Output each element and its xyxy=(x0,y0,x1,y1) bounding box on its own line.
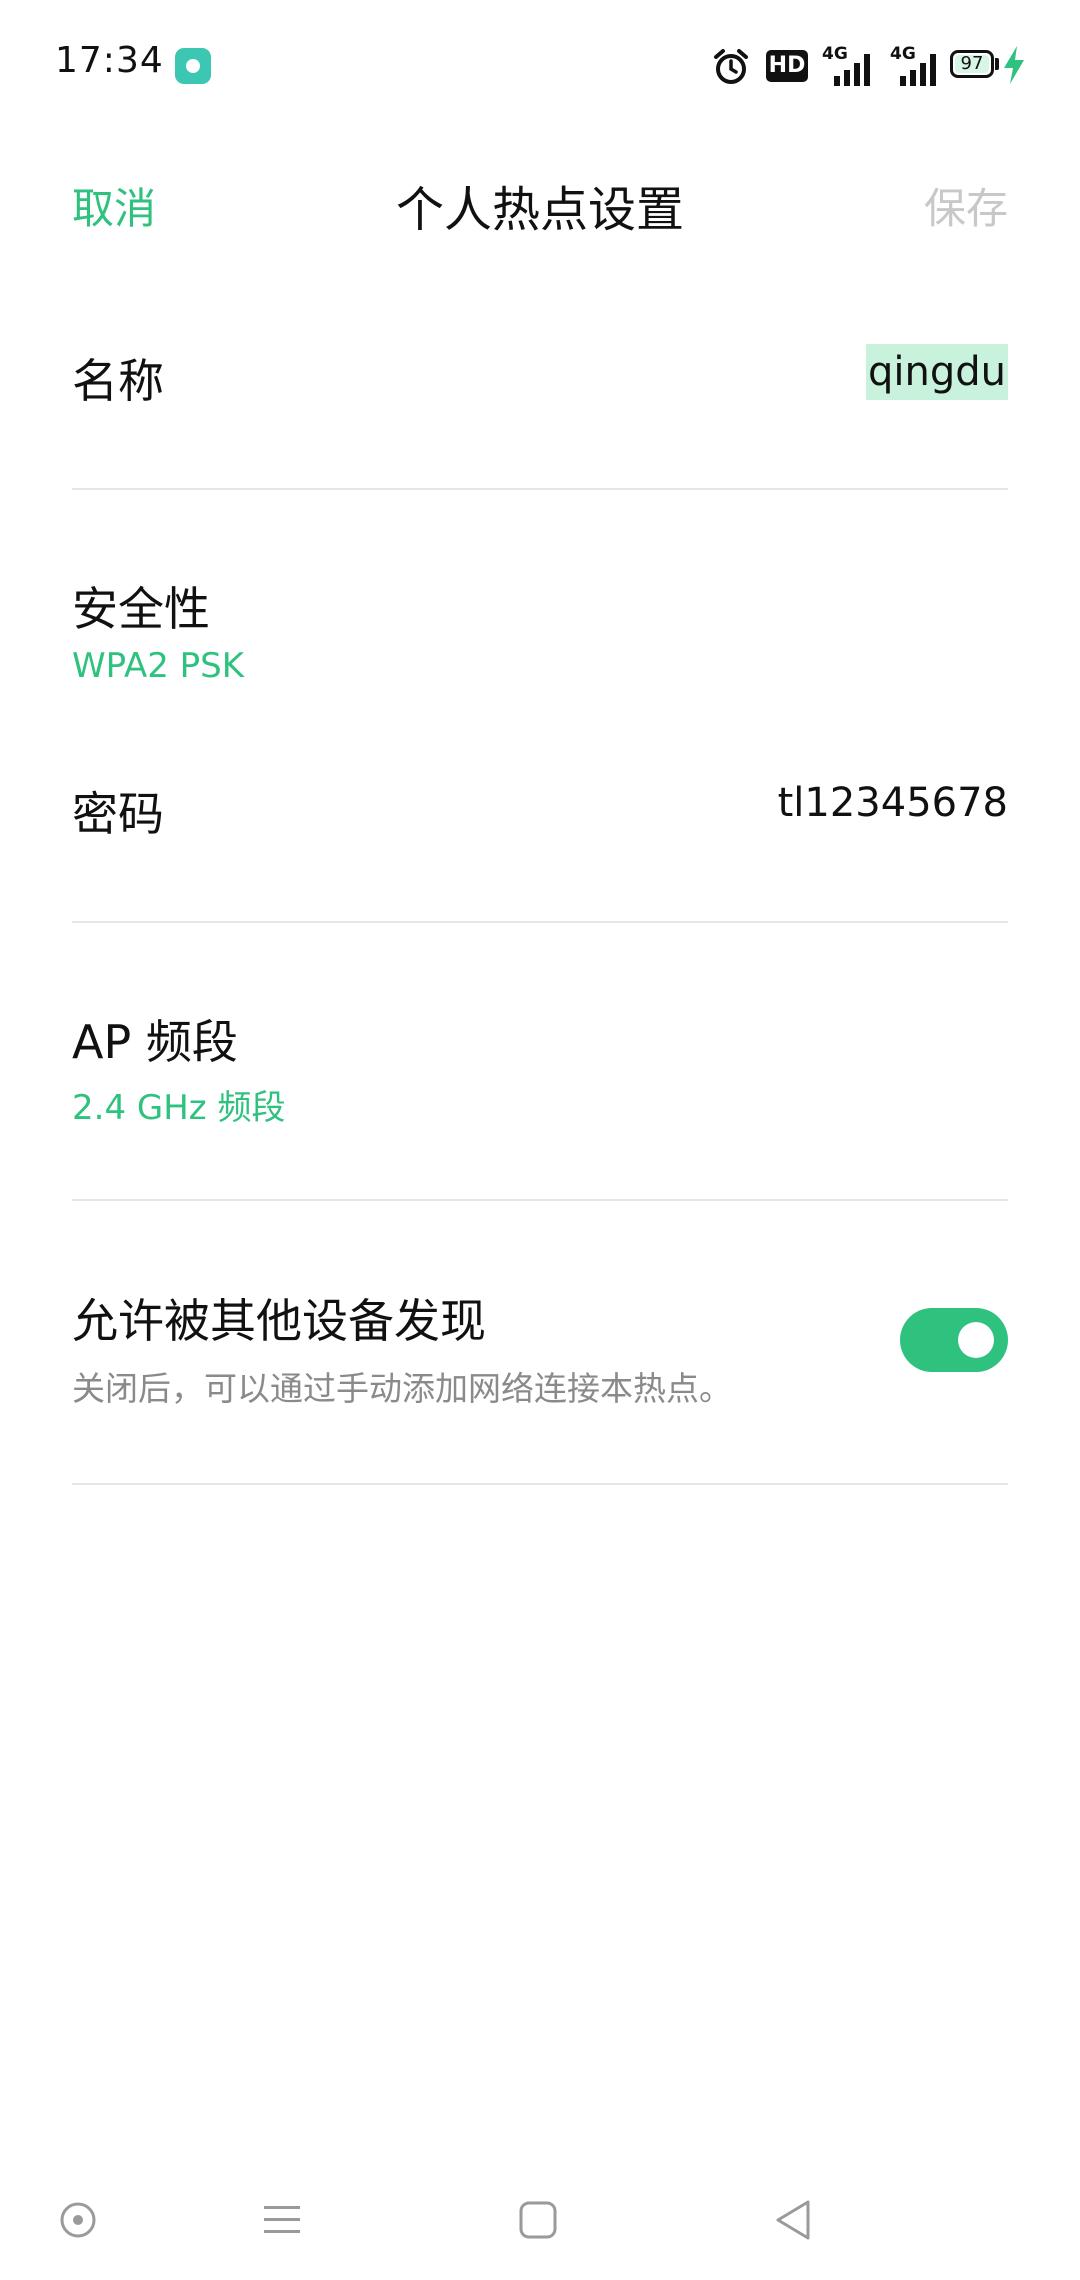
back-icon[interactable] xyxy=(772,2198,816,2242)
divider xyxy=(72,921,1008,923)
toggle-knob xyxy=(958,1322,994,1358)
navigation-bar xyxy=(0,2160,1080,2280)
divider xyxy=(72,488,1008,490)
status-time: 17:34 xyxy=(55,40,164,81)
ap-band-label: AP 频段 xyxy=(72,1015,238,1069)
alarm-icon xyxy=(714,49,748,84)
security-label: 安全性 xyxy=(72,582,210,636)
ap-band-value: 2.4 GHz 频段 xyxy=(72,1088,286,1128)
password-value[interactable]: tl12345678 xyxy=(778,780,1008,826)
hd-label: HD xyxy=(768,53,806,78)
charging-icon xyxy=(1004,46,1024,84)
divider xyxy=(72,1483,1008,1485)
battery-level: 97 xyxy=(960,53,984,74)
name-value-highlight[interactable]: qingdu xyxy=(866,344,1008,400)
discoverable-description: 关闭后，可以通过手动添加网络连接本热点。 xyxy=(72,1369,732,1408)
name-label: 名称 xyxy=(72,354,164,408)
signal-1: 4G xyxy=(822,44,874,88)
battery-icon: 97 xyxy=(950,50,994,78)
signal-icon xyxy=(900,54,936,86)
signal-2: 4G xyxy=(884,44,940,88)
save-button[interactable]: 保存 xyxy=(924,175,1008,236)
security-value: WPA2 PSK xyxy=(72,646,245,686)
discoverable-label: 允许被其他设备发现 xyxy=(72,1294,486,1348)
password-label: 密码 xyxy=(72,787,164,841)
app-notification-icon xyxy=(175,48,211,84)
battery-cap xyxy=(995,58,999,70)
name-value[interactable]: qingdu xyxy=(868,349,1006,395)
divider xyxy=(72,1199,1008,1201)
screen-record-icon[interactable] xyxy=(58,2200,98,2240)
discoverable-toggle[interactable] xyxy=(900,1308,1008,1372)
hd-icon: HD xyxy=(766,50,808,82)
menu-icon[interactable] xyxy=(262,2202,302,2238)
signal-icon xyxy=(834,54,870,86)
page-title: 个人热点设置 xyxy=(395,182,684,238)
home-icon[interactable] xyxy=(518,2200,558,2240)
status-bar: 17:34 HD 4G 4G 97 xyxy=(0,0,1080,130)
